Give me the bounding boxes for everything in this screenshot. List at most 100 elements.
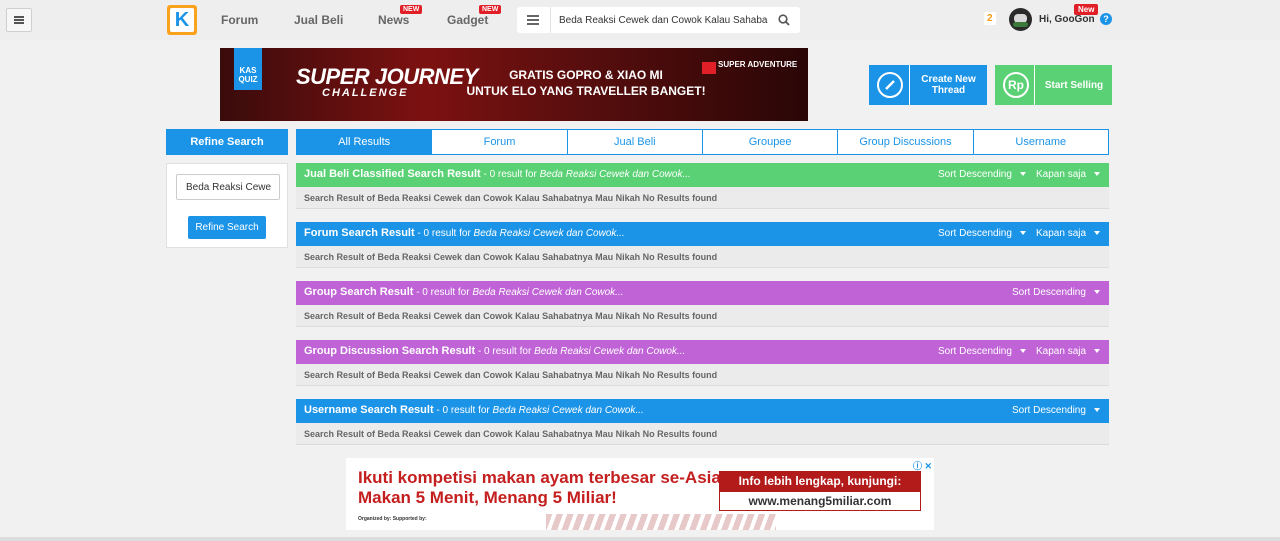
section-header: Forum Search Result - 0 result for Beda … [296,222,1109,246]
section-count: - 0 result for [413,287,473,298]
time-dropdown[interactable]: Kapan saja [1036,228,1101,239]
section-title-label: Jual Beli Classified Search Result [304,168,481,180]
forum-results: Forum Search Result - 0 result for Beda … [296,222,1109,268]
section-title-label: Forum Search Result [304,227,415,239]
section-title: Group Search Result - 0 result for Beda … [304,286,624,298]
menu-button[interactable] [6,8,32,32]
kaskus-logo[interactable]: K [167,5,197,35]
ad-subheadline: Makan 5 Menit, Menang 5 Miliar! [358,488,617,507]
sort-dropdown[interactable]: Sort Descending [1012,405,1100,416]
search-category-icon[interactable] [527,15,539,25]
section-header: Group Discussion Search Result - 0 resul… [296,340,1109,364]
time-label: Kapan saja [1036,169,1087,180]
logo-mark: K [170,8,194,32]
ad-sponsors: Organized by: Supported by: [358,516,427,522]
user-avatar[interactable] [1009,8,1032,31]
notification-count[interactable]: 2 [984,12,996,25]
sort-dropdown[interactable]: Sort Descending [1012,287,1100,298]
sort-dropdown[interactable]: Sort Descending [938,169,1026,180]
section-title: Group Discussion Search Result - 0 resul… [304,345,685,357]
banner-brand: SUPER ADVENTURE [702,60,798,74]
ad-headline: Ikuti kompetisi makan ayam terbesar se-A… [358,468,727,487]
kfc-ad-banner[interactable]: Ikuti kompetisi makan ayam terbesar se-A… [346,458,934,530]
pencil-icon [877,72,903,98]
caret-down-icon [1094,172,1101,177]
section-count: - 0 result for [480,169,540,180]
search-icon[interactable] [778,14,790,26]
tab-username[interactable]: Username [973,129,1109,155]
section-title-label: Group Search Result [304,286,414,298]
time-dropdown[interactable]: Kapan saja [1036,169,1101,180]
section-body: Search Result of Beda Reaksi Cewek dan C… [296,305,1109,327]
nav-forum[interactable]: Forum [221,13,258,27]
nav-gadget[interactable]: Gadget [447,13,488,27]
banner-subtitle: CHALLENGE [322,87,409,99]
help-icon[interactable]: ? [1100,13,1112,25]
kas-quiz-tag: KAS QUIZ [234,48,262,90]
top-navbar: K Forum Jual Beli News NEW Gadget NEW 2 … [0,0,1280,40]
sort-label: Sort Descending [1012,287,1086,298]
banner-text-line1: GRATIS GOPRO & XIAO MI [509,68,663,82]
refine-search-button[interactable]: Refine Search [188,216,266,239]
section-title: Username Search Result - 0 result for Be… [304,404,644,416]
ad-choices-icon[interactable]: ⓘ ✕ [913,459,932,472]
time-label: Kapan saja [1036,346,1087,357]
section-title: Forum Search Result - 0 result for Beda … [304,227,625,239]
section-query: Beda Reaksi Cewek dan Cowok... [473,228,625,239]
search-input[interactable] [550,7,770,33]
caret-down-icon [1019,349,1026,354]
ad-money-image [546,514,776,530]
user-greeting[interactable]: Hi, GooGon [1039,14,1095,25]
section-body: Search Result of Beda Reaksi Cewek dan C… [296,423,1109,445]
banner-text-line2: UNTUK ELO YANG TRAVELLER BANGET! [466,84,706,98]
tab-forum[interactable]: Forum [432,129,568,155]
caret-down-icon [1019,172,1026,177]
start-selling-button[interactable]: Rp Start Selling [995,65,1112,105]
section-body: Search Result of Beda Reaksi Cewek dan C… [296,246,1109,268]
ad-url: www.menang5miliar.com [719,491,921,511]
nav-jual-beli[interactable]: Jual Beli [294,13,343,27]
create-thread-button[interactable]: Create New Thread [869,65,987,105]
section-body: Search Result of Beda Reaksi Cewek dan C… [296,187,1109,209]
refine-search-panel: Refine Search [166,163,288,248]
tab-group-discussions[interactable]: Group Discussions [838,129,974,155]
sort-label: Sort Descending [938,346,1012,357]
jual-beli-results: Jual Beli Classified Search Result - 0 r… [296,163,1109,209]
sort-label: Sort Descending [1012,405,1086,416]
time-dropdown[interactable]: Kapan saja [1036,346,1101,357]
section-header: Group Search Result - 0 result for Beda … [296,281,1109,305]
section-header: Username Search Result - 0 result for Be… [296,399,1109,423]
tab-groupee[interactable]: Groupee [702,129,839,155]
banner-brand-label: SUPER ADVENTURE [718,60,798,69]
page-bottom-divider [0,537,1280,541]
tab-jual-beli[interactable]: Jual Beli [567,129,703,155]
section-title-label: Username Search Result [304,404,434,416]
user-new-badge: New [1074,4,1099,15]
refine-search-input[interactable] [176,174,280,200]
hamburger-icon [14,16,24,24]
ad-info-label: Info lebih lengkap, kunjungi: [719,471,921,491]
sell-icon-area: Rp [995,65,1035,105]
section-query: Beda Reaksi Cewek dan Cowok... [534,346,686,357]
refine-search-header: Refine Search [166,129,288,155]
section-title-label: Group Discussion Search Result [304,345,476,357]
group-results: Group Search Result - 0 result for Beda … [296,281,1109,327]
rupiah-icon: Rp [1003,72,1029,98]
sort-label: Sort Descending [938,169,1012,180]
news-new-badge: NEW [400,5,423,14]
section-count: - 0 result for [475,346,535,357]
tab-all-results[interactable]: All Results [296,129,433,155]
create-thread-label: Create New Thread [921,74,976,96]
caret-down-icon [1094,349,1101,354]
search-box [517,7,800,33]
start-selling-label: Start Selling [1044,79,1104,91]
promo-banner[interactable]: KAS QUIZ SUPER JOURNEY CHALLENGE GRATIS … [220,48,808,121]
section-count: - 0 result for [433,405,493,416]
nav-news[interactable]: News [378,13,409,27]
section-count: - 0 result for [414,228,474,239]
section-body: Search Result of Beda Reaksi Cewek dan C… [296,364,1109,386]
sort-dropdown[interactable]: Sort Descending [938,228,1026,239]
section-title: Jual Beli Classified Search Result - 0 r… [304,168,691,180]
section-query: Beda Reaksi Cewek dan Cowok... [472,287,624,298]
sort-dropdown[interactable]: Sort Descending [938,346,1026,357]
